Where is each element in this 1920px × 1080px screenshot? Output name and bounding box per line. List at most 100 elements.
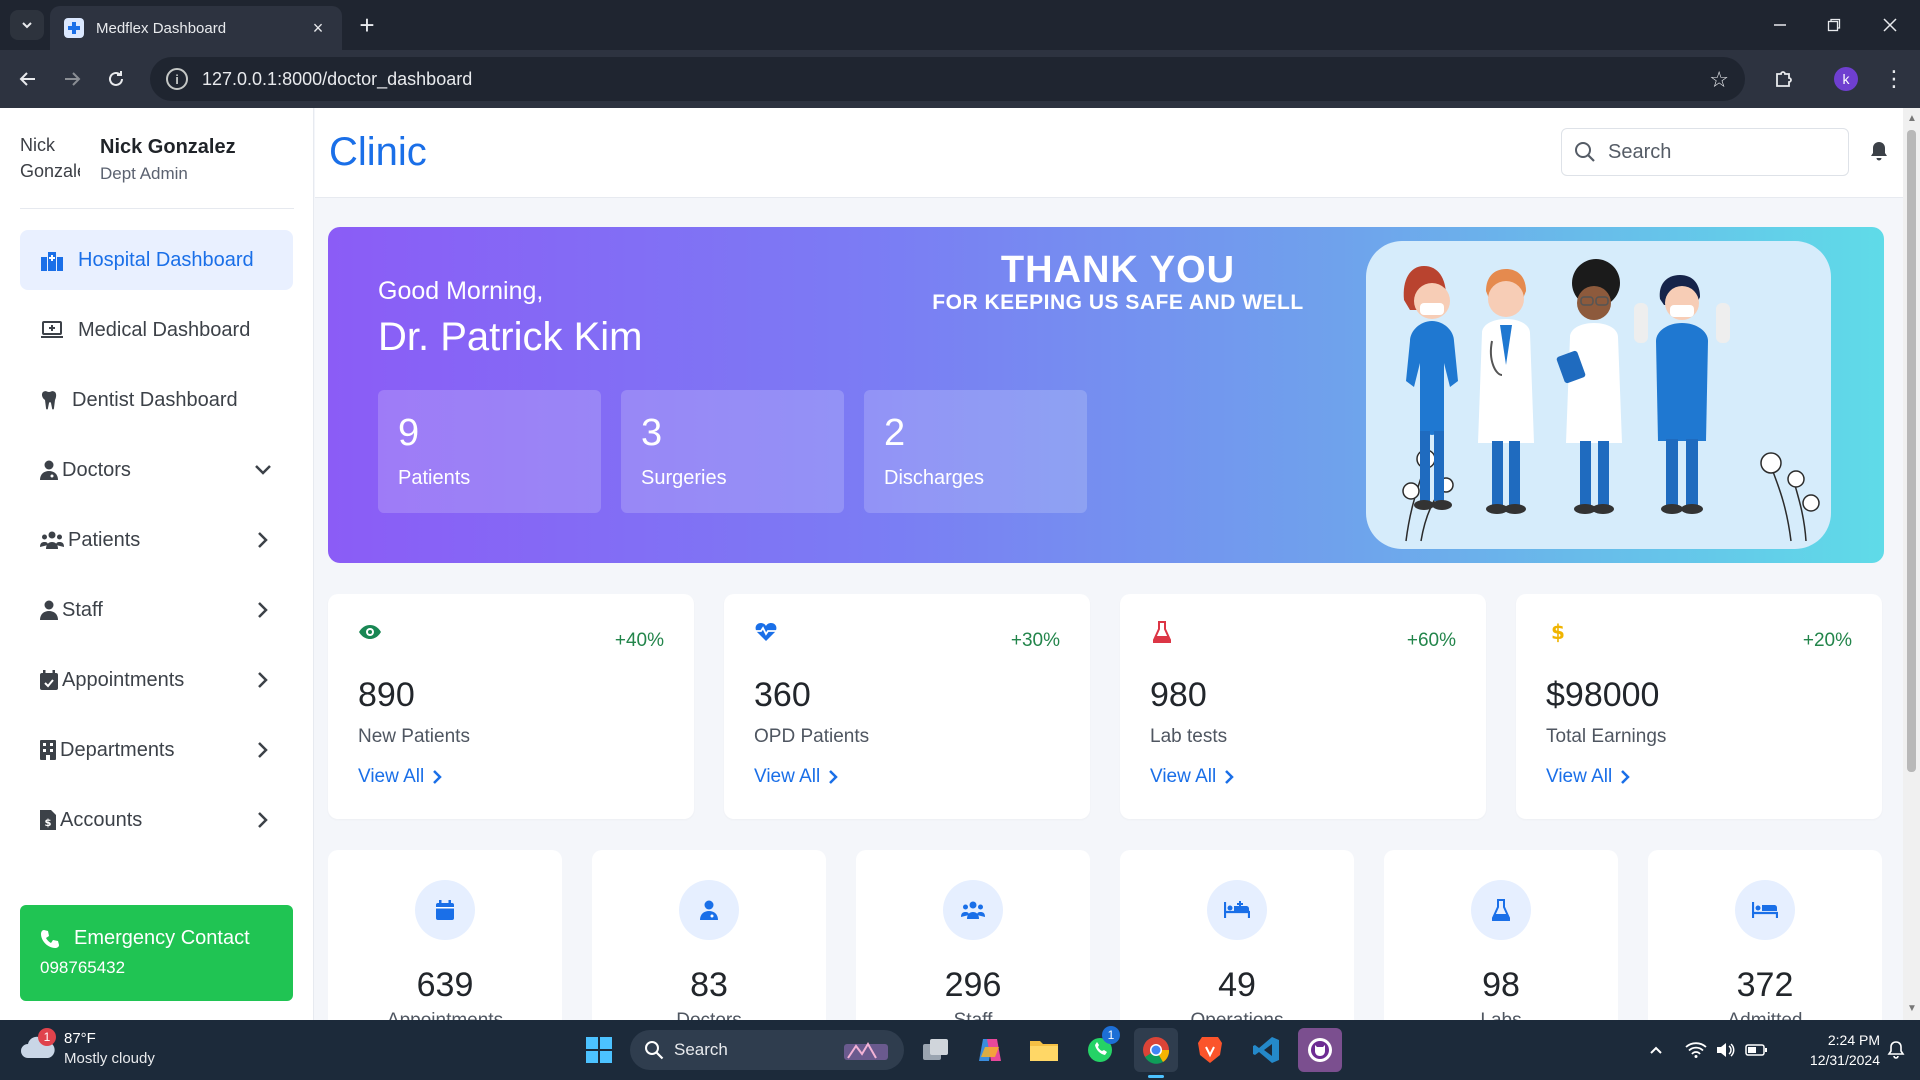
sidebar-item-doctors[interactable]: Doctors	[20, 440, 293, 500]
file-explorer-button[interactable]	[1022, 1028, 1066, 1072]
sidebar-item-staff[interactable]: Staff	[20, 580, 293, 640]
reload-button[interactable]	[100, 63, 132, 95]
stat-change: +30%	[1010, 630, 1060, 651]
minimize-icon	[1774, 24, 1786, 26]
scrollbar-thumb[interactable]	[1907, 130, 1916, 772]
sidebar-item-label: Staff	[62, 598, 103, 621]
hero-stat-value: 3	[641, 412, 663, 454]
user-role: Dept Admin	[100, 164, 188, 183]
operation-bed-icon	[1207, 880, 1267, 940]
tray-chevron-up-icon[interactable]	[1646, 1038, 1666, 1062]
chevron-right-icon	[253, 600, 273, 620]
battery-icon[interactable]	[1744, 1038, 1768, 1062]
mini-stat-admitted: 372 Admitted	[1648, 850, 1882, 1020]
system-clock[interactable]: 2:24 PM 12/31/2024	[1780, 1030, 1880, 1070]
flask-icon	[1150, 620, 1174, 644]
forward-button[interactable]	[56, 63, 88, 95]
page-scrollbar[interactable]: ▲ ▼	[1903, 108, 1920, 1020]
chevron-down-icon	[253, 460, 273, 480]
whatsapp-button[interactable]: 1	[1078, 1026, 1122, 1072]
view-all-link[interactable]: View All	[1150, 766, 1234, 788]
staff-icon	[40, 598, 58, 622]
taskbar-search[interactable]: Search	[630, 1030, 904, 1070]
profile-avatar[interactable]: k	[1834, 67, 1858, 91]
windows-start-button[interactable]	[577, 1028, 621, 1072]
github-desktop-button[interactable]	[1298, 1028, 1342, 1072]
stat-card-total-earnings: $ +20% $98000 Total Earnings View All	[1516, 594, 1882, 819]
mini-stat-value: 83	[690, 966, 728, 1004]
emergency-phone: 098765432	[40, 958, 126, 977]
view-all-link[interactable]: View All	[358, 766, 442, 788]
sidebar-item-medical-dashboard[interactable]: Medical Dashboard	[20, 300, 293, 360]
browser-menu-kebab-icon[interactable]: ⋮	[1882, 63, 1906, 95]
chevron-right-icon	[1224, 769, 1234, 785]
screen: Medflex Dashboard × + i 127.0.0.1:8000/d…	[0, 0, 1920, 1080]
sidebar: Nick Gonzalez Nick Gonzalez Dept Admin H…	[0, 108, 314, 1020]
wifi-icon[interactable]	[1684, 1038, 1708, 1062]
chrome-icon	[1143, 1037, 1170, 1064]
stat-card-lab-tests: +60% 980 Lab tests View All	[1120, 594, 1486, 819]
sidebar-item-dentist-dashboard[interactable]: Dentist Dashboard	[20, 370, 293, 430]
view-all-link[interactable]: View All	[754, 766, 838, 788]
emergency-contact-button[interactable]: Emergency Contact 098765432	[20, 905, 293, 1001]
sidebar-item-patients[interactable]: Patients	[20, 510, 293, 570]
view-all-label: View All	[754, 766, 821, 787]
tab-title: Medflex Dashboard	[96, 19, 227, 37]
mini-stat-operations: 49 Operations	[1120, 850, 1354, 1020]
greeting-text: Good Morning,	[378, 277, 544, 305]
tooth-icon	[40, 388, 58, 412]
weather-widget[interactable]: 1 87°F Mostly cloudy	[20, 1028, 220, 1072]
scroll-up-arrow-icon[interactable]: ▲	[1907, 114, 1917, 124]
notification-center-icon[interactable]	[1884, 1038, 1908, 1062]
stat-label: Total Earnings	[1546, 726, 1667, 747]
vscode-button[interactable]	[1244, 1028, 1288, 1072]
mini-stat-doctors: 83 Doctors	[592, 850, 826, 1020]
notification-bell-icon[interactable]	[1867, 138, 1891, 164]
close-tab-icon[interactable]: ×	[308, 18, 328, 38]
flask-icon	[1471, 880, 1531, 940]
doctor-icon	[679, 880, 739, 940]
sidebar-item-label: Dentist Dashboard	[72, 388, 238, 411]
scroll-down-arrow-icon[interactable]: ▼	[1907, 1004, 1917, 1014]
address-bar[interactable]: i 127.0.0.1:8000/doctor_dashboard ☆	[150, 57, 1745, 101]
view-all-link[interactable]: View All	[1546, 766, 1630, 788]
back-button[interactable]	[12, 63, 44, 95]
mini-stat-label: Doctors	[592, 1010, 826, 1020]
users-icon	[943, 880, 1003, 940]
chrome-button[interactable]	[1134, 1028, 1178, 1078]
task-view-button[interactable]	[914, 1028, 958, 1072]
mini-stat-label: Staff	[856, 1010, 1090, 1020]
hero-stat-label: Discharges	[884, 467, 985, 489]
mini-stat-labs: 98 Labs	[1384, 850, 1618, 1020]
close-window-button[interactable]	[1870, 10, 1910, 40]
hero-stat-value: 2	[884, 412, 906, 454]
minimize-window-button[interactable]	[1760, 10, 1800, 40]
reload-icon	[109, 71, 123, 86]
top-header: Clinic Search	[315, 108, 1903, 198]
tab-search-button[interactable]	[10, 10, 44, 40]
calendar-icon	[415, 880, 475, 940]
sidebar-item-departments[interactable]: Departments	[20, 720, 293, 780]
volume-icon[interactable]	[1714, 1038, 1738, 1062]
search-highlight-image-icon	[842, 1036, 890, 1064]
copilot-button[interactable]	[968, 1028, 1012, 1072]
hero-stat-patients: 9 Patients	[378, 390, 601, 513]
search-input[interactable]: Search	[1561, 128, 1849, 176]
stat-label: Lab tests	[1150, 726, 1228, 747]
mini-stat-value: 639	[416, 966, 474, 1004]
bookmark-star-icon[interactable]: ☆	[1709, 67, 1729, 93]
brave-button[interactable]	[1188, 1028, 1232, 1072]
stat-change: +20%	[1802, 630, 1852, 651]
sidebar-item-accounts[interactable]: $ Accounts	[20, 790, 293, 850]
site-info-icon[interactable]: i	[166, 68, 188, 90]
stat-label: OPD Patients	[754, 726, 870, 747]
sidebar-item-hospital-dashboard[interactable]: Hospital Dashboard	[20, 230, 293, 290]
chevron-right-icon	[253, 670, 273, 690]
hero-stat-value: 9	[398, 412, 420, 454]
sidebar-divider	[20, 208, 294, 209]
new-tab-button[interactable]: +	[352, 10, 382, 40]
restore-window-button[interactable]	[1814, 10, 1854, 40]
extensions-button[interactable]	[1768, 63, 1800, 95]
browser-tab[interactable]: Medflex Dashboard ×	[50, 6, 342, 50]
sidebar-item-appointments[interactable]: Appointments	[20, 650, 293, 710]
